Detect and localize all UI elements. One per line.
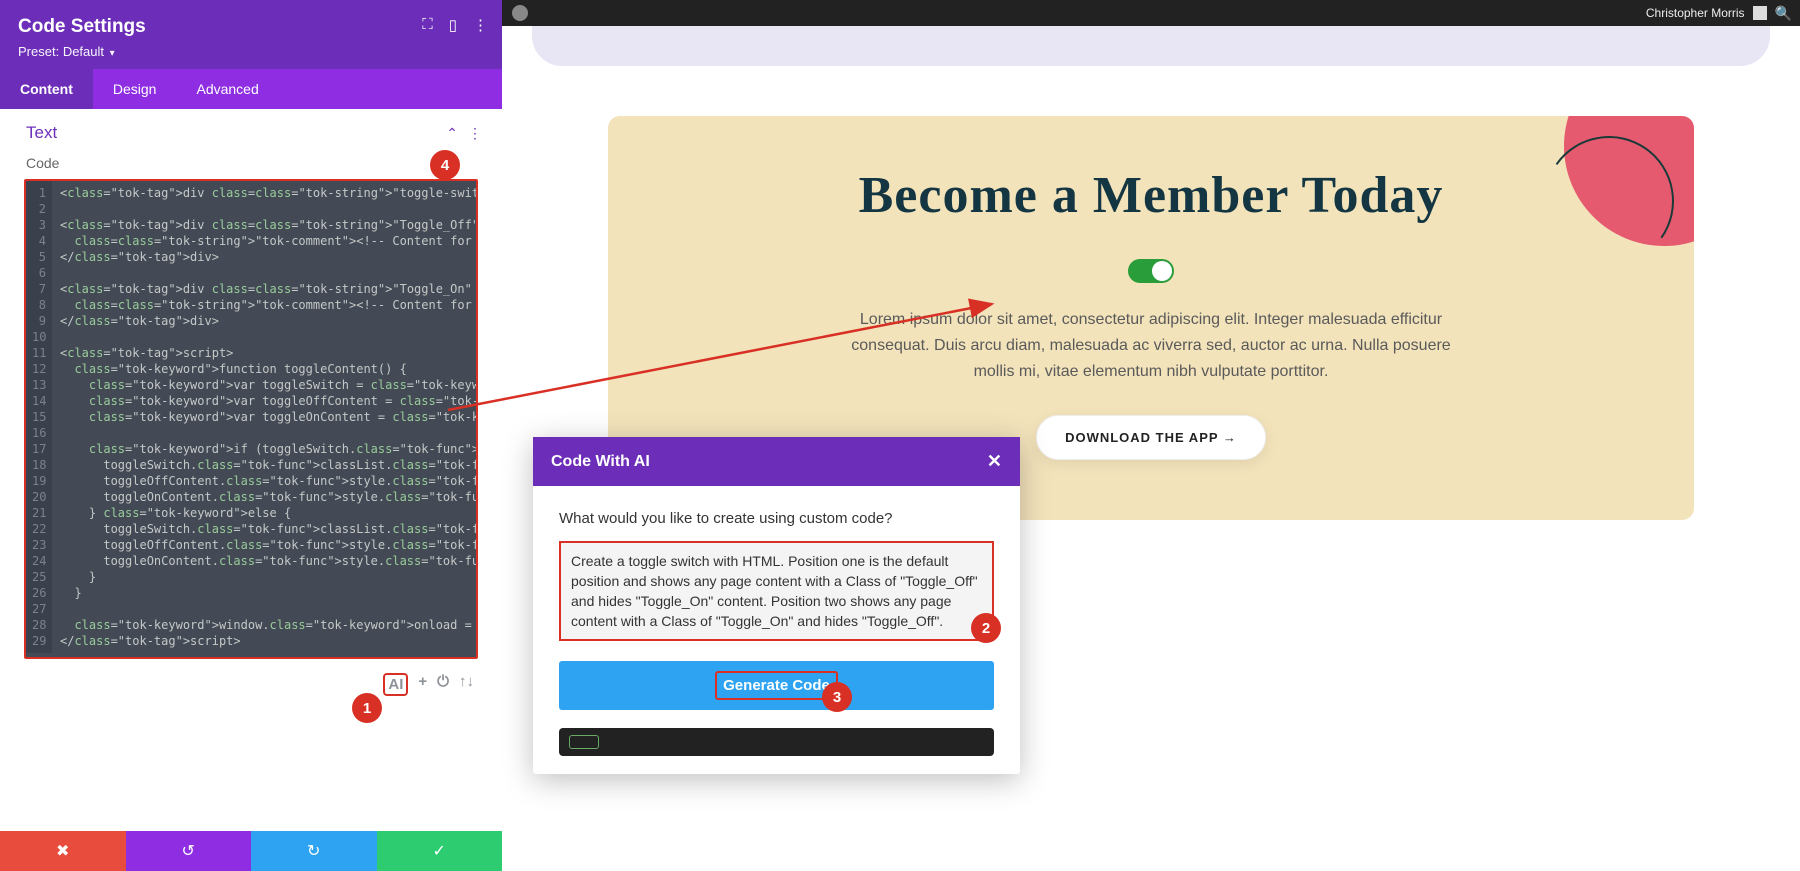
tabs: Content Design Advanced [0, 69, 502, 109]
power-button[interactable]: ⏻ [437, 673, 449, 696]
section-more-icon[interactable]: ⋮ [468, 125, 482, 142]
search-icon[interactable]: 🔍 [1775, 5, 1792, 22]
ai-prompt-label: What would you like to create using cust… [559, 510, 994, 527]
focus-icon[interactable]: ⛶ [422, 16, 433, 34]
admin-username[interactable]: Christopher Morris [1646, 6, 1745, 20]
generate-button[interactable]: Generate Code [559, 661, 994, 710]
annotation-badge-2: 2 [971, 613, 1001, 643]
column-icon[interactable]: ▯ [449, 16, 457, 34]
code-content[interactable]: <class="tok-tag">div class=class="tok-st… [52, 181, 478, 653]
line-numbers: 1234567891011121314151617181920212223242… [26, 181, 52, 653]
code-toolbar: AI + ⏻ ↑↓ [0, 659, 502, 696]
section-header: Text ⌃ ⋮ [0, 109, 502, 149]
sort-button[interactable]: ↑↓ [459, 673, 474, 696]
save-button[interactable]: ✓ [377, 831, 503, 871]
ai-prompt-textarea[interactable]: Create a toggle switch with HTML. Positi… [559, 541, 994, 641]
tab-advanced[interactable]: Advanced [176, 69, 278, 109]
more-icon[interactable]: ⋮ [473, 16, 488, 34]
result-bar [559, 728, 994, 756]
ai-modal-header: Code With AI ✕ [533, 437, 1020, 486]
hero-text: Lorem ipsum dolor sit amet, consectetur … [831, 307, 1471, 385]
collapse-icon[interactable]: ⌃ [446, 125, 458, 142]
tab-design[interactable]: Design [93, 69, 177, 109]
ai-modal: Code With AI ✕ What would you like to cr… [533, 437, 1020, 774]
hero-top [502, 26, 1800, 88]
add-button[interactable]: + [418, 673, 427, 696]
redo-button[interactable]: ↻ [251, 831, 377, 871]
annotation-badge-3: 3 [822, 682, 852, 712]
code-editor[interactable]: 1234567891011121314151617181920212223242… [24, 179, 478, 659]
settings-panel: Code Settings Preset: Default ▾ ⛶ ▯ ⋮ Co… [0, 0, 502, 871]
cancel-button[interactable]: ✖ [0, 831, 126, 871]
hero-top-shape [532, 26, 1770, 66]
preset-selector[interactable]: Preset: Default ▾ [18, 44, 484, 59]
annotation-badge-1: 1 [352, 693, 382, 723]
tab-content[interactable]: Content [0, 69, 93, 109]
bottom-bar: ✖ ↺ ↻ ✓ [0, 831, 502, 871]
toggle-knob [1152, 261, 1172, 281]
result-pill [569, 735, 599, 749]
annotation-badge-4: 4 [430, 150, 460, 180]
wp-admin-bar: Christopher Morris 🔍 [502, 0, 1800, 26]
chevron-down-icon: ▾ [110, 48, 115, 59]
toggle-switch[interactable] [1128, 259, 1174, 283]
code-label: Code [0, 149, 502, 179]
wp-logo-icon[interactable] [512, 5, 528, 21]
avatar[interactable] [1753, 6, 1767, 20]
section-title: Text [26, 123, 57, 143]
hero-title: Become a Member Today [668, 166, 1634, 225]
cta-button[interactable]: DOWNLOAD THE APP → [1036, 415, 1266, 460]
ai-modal-title: Code With AI [551, 453, 650, 471]
close-icon[interactable]: ✕ [987, 451, 1002, 472]
ai-button[interactable]: AI [383, 673, 408, 696]
panel-header: Code Settings Preset: Default ▾ ⛶ ▯ ⋮ [0, 0, 502, 69]
panel-title: Code Settings [18, 16, 484, 38]
header-icons: ⛶ ▯ ⋮ [422, 16, 488, 34]
undo-button[interactable]: ↺ [126, 831, 252, 871]
